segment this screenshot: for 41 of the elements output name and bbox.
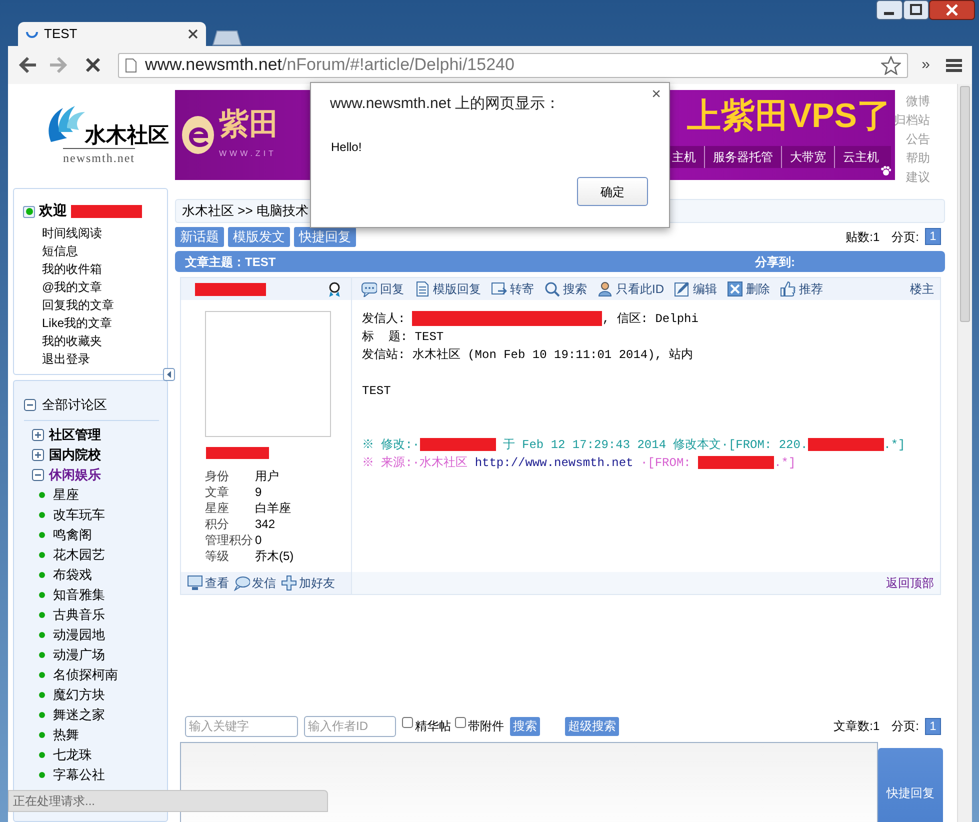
article-count: 文章数:1	[834, 718, 880, 735]
banner-brand: 紫田	[219, 110, 279, 140]
floor-label: 楼主	[910, 281, 934, 298]
post-text: 标 题: TEST	[362, 330, 444, 344]
post-text: 于 Feb 12 17:29:43 2014 修改本文·[FROM: 220.	[502, 438, 808, 452]
stat-value: 乔木(5)	[255, 548, 295, 564]
post-count: 贴数:1	[846, 228, 880, 246]
stat-label: 文章	[205, 484, 230, 500]
post-text: ※ 修改:·	[362, 438, 420, 452]
stat-label: 身份	[205, 468, 230, 484]
stat-label: 管理积分	[205, 532, 254, 548]
pager-label: 分页:	[892, 718, 919, 735]
stat-label: 积分	[205, 516, 230, 532]
status-bar: 正在处理请求...	[8, 790, 328, 812]
stat-value: 342	[255, 516, 276, 532]
post-text: TEST	[362, 384, 391, 398]
post-text: , 信区: Delphi	[602, 312, 698, 326]
post-text: 发信站: 水木社区 (Mon Feb 10 19:11:01 2014), 站内	[362, 348, 694, 362]
banner-slogan: 上紫田VPS了	[686, 96, 891, 137]
share-label: 分享到:	[755, 254, 795, 270]
stat-label: 星座	[205, 500, 230, 516]
post-text: .*]	[774, 456, 796, 470]
dialog-title: www.newsmth.net 上的网页显示：	[330, 94, 560, 114]
topic-title: 文章主题：TEST	[184, 254, 277, 270]
welcome-label: 欢迎	[39, 202, 67, 221]
post-text: ·[FROM:	[639, 456, 692, 470]
logo-title: 水木社区	[85, 125, 169, 146]
dialog-message: Hello!	[331, 139, 362, 156]
post-text: ※ 来源:·水木社区	[362, 456, 469, 470]
stat-value: 用户	[255, 468, 280, 484]
banner-url: WWW.ZIT	[219, 148, 278, 160]
stat-label: 等级	[205, 548, 230, 564]
stat-value: 0	[255, 532, 263, 548]
stat-value: 9	[255, 484, 263, 500]
logo-domain: newsmth.net	[63, 148, 135, 167]
filter-label: 带附件	[468, 718, 504, 735]
filter-label: 精华帖	[415, 718, 451, 735]
stat-value: 白羊座	[255, 500, 292, 516]
post-text: .*]	[884, 438, 906, 452]
post-text: 发信人:	[362, 312, 406, 326]
pager-label: 分页:	[892, 228, 919, 246]
